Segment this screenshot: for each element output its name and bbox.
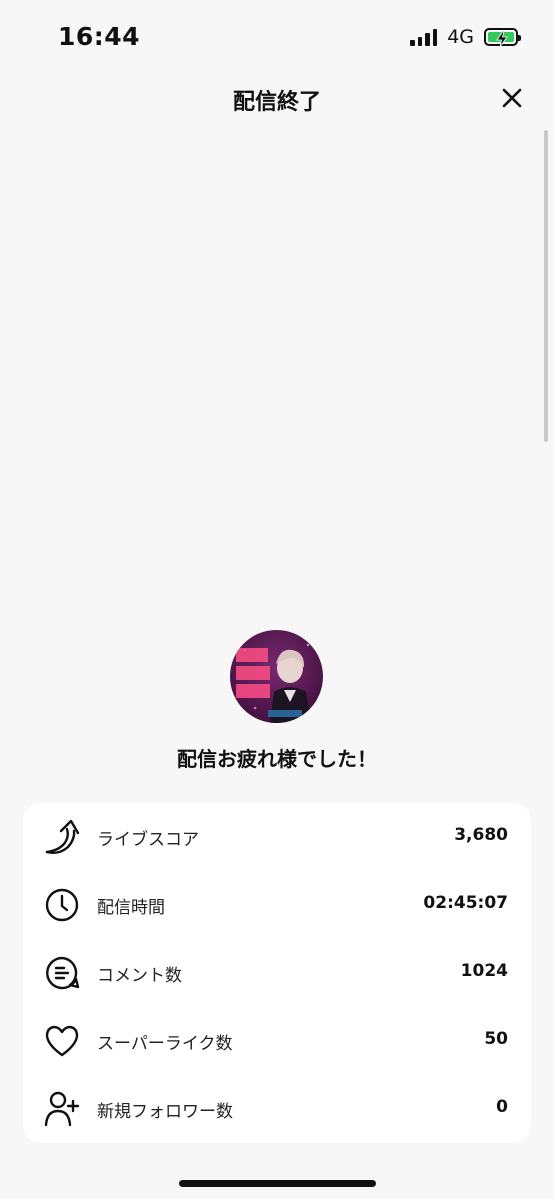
stat-value: 1024 bbox=[460, 961, 508, 981]
clock-icon bbox=[45, 888, 79, 922]
header: 配信終了 bbox=[0, 76, 554, 122]
stat-row-stream-time: 配信時間 02:45:07 bbox=[23, 871, 531, 939]
comment-icon bbox=[46, 956, 80, 990]
status-indicators: 4G bbox=[410, 26, 521, 48]
stat-row-comments: コメント数 1024 bbox=[23, 939, 531, 1007]
network-type: 4G bbox=[447, 26, 474, 48]
avatar bbox=[230, 630, 323, 723]
stat-row-live-score: ライブスコア 3,680 bbox=[23, 803, 531, 871]
scrollbar[interactable] bbox=[544, 130, 548, 442]
stat-label: ライブスコア bbox=[97, 830, 199, 850]
charging-bolt-icon bbox=[496, 30, 508, 48]
page-title: 配信終了 bbox=[232, 90, 321, 115]
add-user-icon bbox=[44, 1091, 80, 1127]
stat-value: 3,680 bbox=[454, 825, 508, 845]
stat-label: 新規フォロワー数 bbox=[97, 1102, 233, 1122]
status-time: 16:44 bbox=[58, 22, 141, 51]
heart-icon bbox=[45, 1025, 79, 1057]
arrow-up-icon bbox=[45, 819, 80, 855]
status-bar: 16:44 4G bbox=[0, 0, 554, 70]
signal-icon bbox=[410, 28, 438, 46]
stat-label: スーパーライク数 bbox=[97, 1034, 233, 1054]
home-indicator[interactable] bbox=[179, 1180, 376, 1187]
stat-row-super-likes: スーパーライク数 50 bbox=[23, 1007, 531, 1075]
stats-card: ライブスコア 3,680 配信時間 02:45:07 コメント数 1024 スー… bbox=[23, 803, 531, 1143]
battery-icon bbox=[484, 28, 521, 48]
stat-label: コメント数 bbox=[97, 966, 182, 986]
thanks-message: 配信お疲れ様でした！ bbox=[177, 747, 377, 771]
stream-thumbnail-image bbox=[230, 630, 323, 723]
close-button[interactable] bbox=[500, 86, 524, 110]
stat-value: 0 bbox=[496, 1097, 508, 1117]
stat-value: 02:45:07 bbox=[423, 893, 508, 913]
stat-label: 配信時間 bbox=[97, 898, 165, 918]
close-icon bbox=[502, 88, 522, 108]
stat-row-new-followers: 新規フォロワー数 0 bbox=[23, 1075, 531, 1143]
stat-value: 50 bbox=[484, 1029, 508, 1049]
